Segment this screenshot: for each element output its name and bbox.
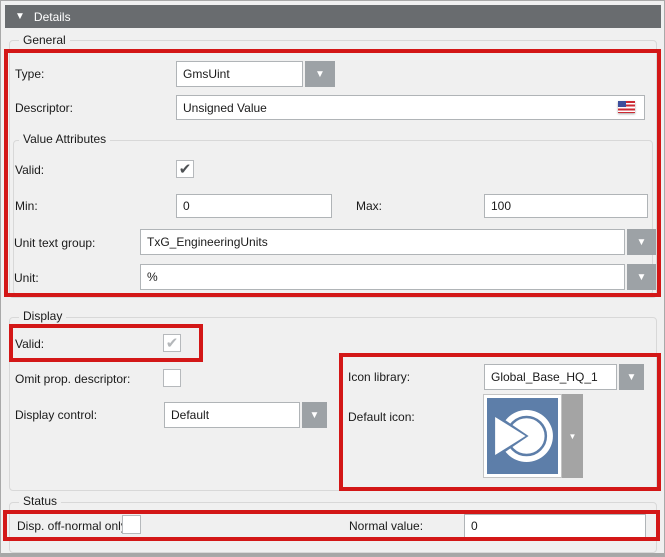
unit-text-group-dropdown-button[interactable]: ▼ bbox=[627, 229, 656, 255]
max-input[interactable] bbox=[484, 194, 648, 218]
disp-off-normal-only-label: Disp. off-normal only: bbox=[17, 519, 131, 533]
descriptor-input[interactable] bbox=[176, 95, 645, 120]
unit-dropdown-button[interactable]: ▼ bbox=[627, 264, 656, 290]
chevron-down-icon: ▼ bbox=[315, 68, 325, 80]
panel-title: Details bbox=[33, 9, 71, 24]
unit-label: Unit: bbox=[14, 271, 39, 285]
default-icon-label: Default icon: bbox=[348, 410, 415, 424]
omit-prop-descriptor-label: Omit prop. descriptor: bbox=[15, 372, 131, 386]
details-panel: ▼ Details General Value Attributes Displ… bbox=[0, 0, 665, 557]
disp-off-normal-only-checkbox[interactable] bbox=[122, 515, 141, 534]
chevron-down-icon: ▼ bbox=[309, 409, 320, 421]
chevron-down-icon: ▼ bbox=[626, 371, 637, 383]
display-valid-checkbox[interactable]: ✔ bbox=[163, 334, 181, 352]
max-label: Max: bbox=[356, 199, 383, 213]
checkmark-icon: ✔ bbox=[165, 334, 179, 352]
unit-combobox[interactable]: % bbox=[140, 264, 625, 290]
us-flag-icon[interactable] bbox=[618, 101, 635, 113]
display-valid-label: Valid: bbox=[15, 337, 45, 351]
icon-library-label: Icon library: bbox=[348, 370, 411, 384]
default-icon-preview[interactable] bbox=[483, 394, 562, 478]
type-label: Type: bbox=[15, 67, 45, 81]
collapse-arrow-icon: ▼ bbox=[15, 11, 25, 22]
default-icon-dropdown-button[interactable]: ▼ bbox=[562, 394, 583, 478]
default-icon-glyph bbox=[487, 398, 558, 474]
panel-bottom-border bbox=[1, 553, 664, 556]
type-combobox[interactable]: GmsUint bbox=[176, 61, 303, 87]
chevron-down-icon: ▼ bbox=[636, 236, 647, 248]
display-control-label: Display control: bbox=[15, 408, 98, 422]
icon-library-combobox[interactable]: Global_Base_HQ_1 bbox=[484, 364, 617, 390]
normal-value-input[interactable] bbox=[464, 514, 646, 538]
icon-library-dropdown-button[interactable]: ▼ bbox=[619, 364, 644, 390]
value-attributes-group-label: Value Attributes bbox=[19, 132, 111, 146]
omit-prop-descriptor-checkbox[interactable] bbox=[163, 369, 181, 387]
normal-value-label: Normal value: bbox=[349, 519, 424, 533]
type-dropdown-button[interactable]: ▼ bbox=[305, 61, 335, 87]
status-group-label: Status bbox=[19, 494, 62, 508]
general-group-label: General bbox=[19, 33, 70, 47]
valid-checkbox[interactable]: ✔ bbox=[176, 160, 194, 178]
display-group-label: Display bbox=[19, 309, 67, 323]
display-control-dropdown-button[interactable]: ▼ bbox=[302, 402, 327, 428]
descriptor-label: Descriptor: bbox=[15, 101, 74, 115]
unit-text-group-combobox[interactable]: TxG_EngineeringUnits bbox=[140, 229, 625, 255]
chevron-down-icon: ▼ bbox=[568, 431, 577, 441]
min-input[interactable] bbox=[176, 194, 332, 218]
valid-label: Valid: bbox=[15, 163, 45, 177]
display-control-combobox[interactable]: Default bbox=[164, 402, 300, 428]
unit-text-group-label: Unit text group: bbox=[14, 236, 96, 250]
min-label: Min: bbox=[15, 199, 38, 213]
chevron-down-icon: ▼ bbox=[636, 271, 647, 283]
details-header[interactable]: ▼ Details bbox=[5, 5, 661, 28]
checkmark-icon: ✔ bbox=[178, 160, 192, 178]
